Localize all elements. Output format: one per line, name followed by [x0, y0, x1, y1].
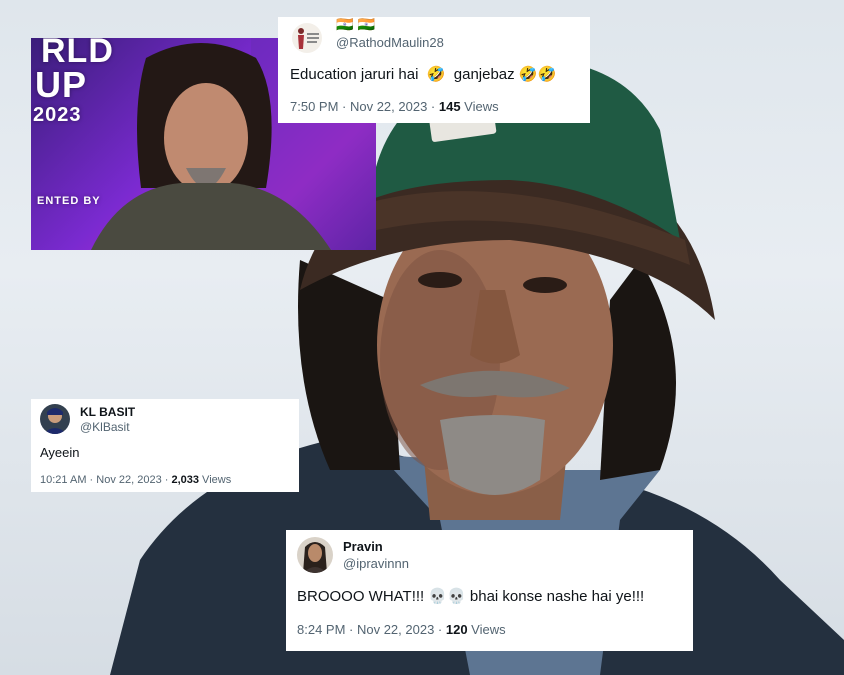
meme-collage: RLD UP 2023 ENTED BY 🇮🇳 🇮🇳 @RathodMaulin… [0, 0, 844, 675]
avatar[interactable] [297, 537, 333, 573]
tweet-display-name[interactable]: KL BASIT [80, 405, 135, 419]
hair-right [600, 260, 676, 480]
views-count: 120 [445, 622, 468, 637]
tweet-meta: 8:24 PM · Nov 22, 2023 · 120 Views [297, 622, 506, 637]
tweet-timestamp[interactable]: 10:21 AM · Nov 22, 2023 · [40, 474, 171, 486]
tweet-card-ipravinnn[interactable]: Pravin @ipravinnn BROOOO WHAT!!! 💀💀 bhai… [286, 530, 693, 651]
tweet-meta: 7:50 PM · Nov 22, 2023 · 145 Views [290, 99, 499, 114]
flag-emojis: 🇮🇳 🇮🇳 [336, 17, 376, 33]
avatar-person-icon [43, 408, 67, 434]
views-count: 2,033 [171, 474, 199, 486]
avatar[interactable] [40, 404, 70, 434]
tweet-text: BROOOO WHAT!!! 💀💀 bhai konse nashe hai y… [297, 588, 645, 605]
tweet-card-rathodmaulin[interactable]: 🇮🇳 🇮🇳 @RathodMaulin28 Education jaruri h… [278, 17, 590, 123]
views-label: Views [199, 474, 232, 486]
tweet-handle[interactable]: @KlBasit [80, 420, 130, 434]
right-eye [523, 277, 567, 293]
tweet-text: Education jaruri hai 🤣 ganjebaz 🤣🤣 [290, 66, 557, 83]
tweet-text: Ayeein [40, 445, 80, 460]
goatee [440, 415, 545, 495]
views-label: Views [467, 622, 506, 637]
avatar-person-icon [303, 542, 327, 573]
tweet-display-name[interactable]: Pravin [343, 539, 383, 554]
avatar[interactable] [292, 23, 322, 53]
tweet-timestamp[interactable]: 8:24 PM · Nov 22, 2023 · [297, 622, 446, 637]
tweet-handle[interactable]: @ipravinnn [343, 556, 409, 571]
tweet-meta: 10:21 AM · Nov 22, 2023 · 2,033 Views [40, 474, 231, 486]
tweet-card-klbasit[interactable]: KL BASIT @KlBasit Ayeein 10:21 AM · Nov … [31, 399, 299, 492]
views-label: Views [460, 99, 499, 114]
avatar-figure-icon [298, 28, 319, 49]
tweet-handle[interactable]: @RathodMaulin28 [336, 35, 444, 50]
left-eye [418, 272, 462, 288]
tweet-timestamp[interactable]: 7:50 PM · Nov 22, 2023 · [290, 99, 439, 114]
views-count: 145 [438, 99, 461, 114]
